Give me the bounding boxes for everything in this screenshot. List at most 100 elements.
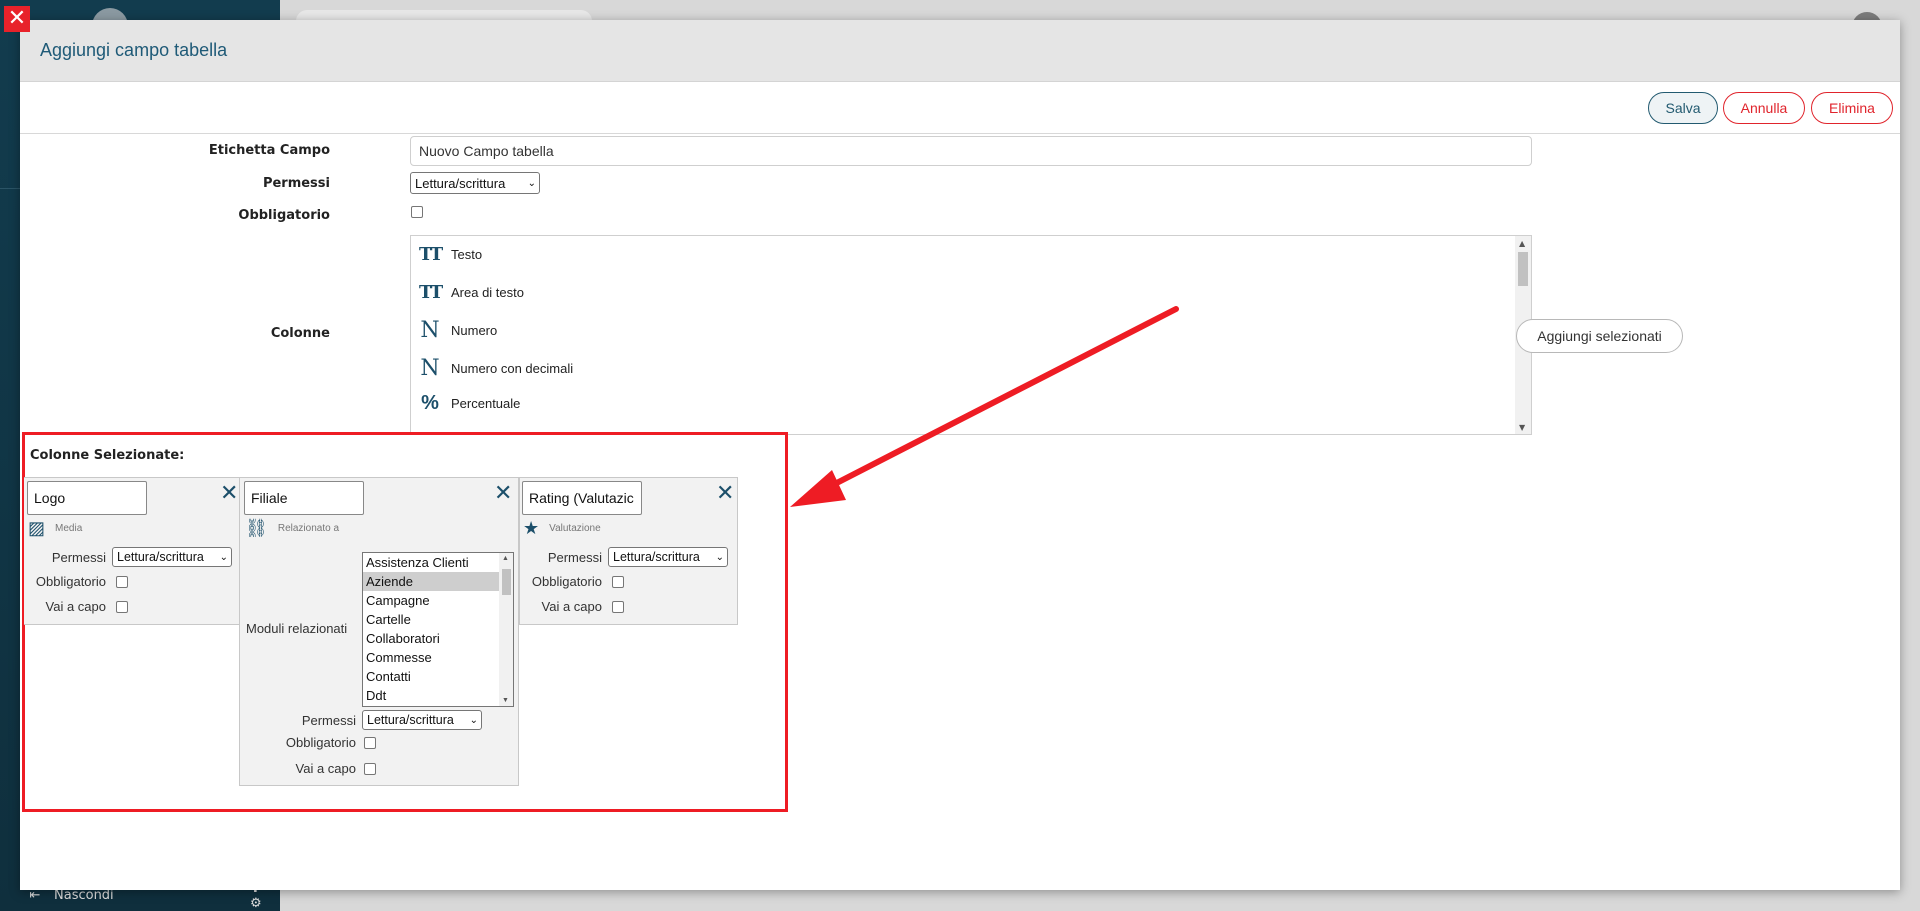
- list-item[interactable]: Ddt: [363, 686, 513, 705]
- scroll-up-icon[interactable]: ▲: [502, 555, 509, 562]
- remove-column-icon[interactable]: ✕: [494, 482, 512, 504]
- chevron-down-icon: ⌄: [527, 177, 536, 189]
- selected-column-card: Logo ✕ ▨ Media Permessi Lettura/scrittur…: [24, 477, 242, 625]
- column-newline-label: Vai a capo: [45, 599, 106, 614]
- column-required-row: Obbligatorio: [240, 735, 376, 750]
- column-required-checkbox[interactable]: [364, 736, 376, 749]
- collapse-arrow-icon: ⇤: [29, 888, 41, 903]
- column-required-checkbox[interactable]: [116, 575, 128, 588]
- list-item[interactable]: Commesse: [363, 648, 513, 667]
- number-icon: N: [420, 356, 440, 381]
- close-icon[interactable]: ✕: [4, 6, 30, 32]
- column-required-row: Obbligatorio: [520, 574, 624, 589]
- sidebar-hide-toggle[interactable]: ⇤ Nascondi ✚ ⚙: [28, 881, 262, 911]
- column-type-item[interactable]: TT Area di testo: [419, 282, 524, 303]
- column-newline-label: Vai a capo: [541, 599, 602, 614]
- column-type-label: Percentuale: [451, 396, 521, 411]
- column-permissions-select[interactable]: Lettura/scrittura ⌄: [112, 547, 232, 567]
- column-type-item[interactable]: N Numero: [419, 318, 497, 343]
- selected-columns-title: Colonne Selezionate:: [30, 448, 185, 463]
- column-permissions-label: Permessi: [301, 712, 356, 728]
- column-newline-checkbox[interactable]: [364, 762, 376, 775]
- column-permissions-label: Permessi: [547, 549, 602, 565]
- chevron-down-icon: ⌄: [715, 551, 724, 563]
- link-icon: ⛓: [245, 518, 268, 538]
- delete-button[interactable]: Elimina: [1811, 92, 1893, 124]
- column-required-label: Obbligatorio: [531, 574, 602, 589]
- list-item[interactable]: Campagne: [363, 591, 513, 610]
- column-required-label: Obbligatorio: [35, 574, 106, 589]
- remove-column-icon[interactable]: ✕: [220, 482, 238, 504]
- text-type-icon: TT: [419, 244, 443, 265]
- text-type-icon: TT: [419, 282, 443, 303]
- image-icon: ▨: [28, 518, 46, 538]
- column-permissions-select[interactable]: Lettura/scrittura ⌄: [362, 710, 482, 730]
- remove-column-icon[interactable]: ✕: [716, 482, 734, 504]
- column-type-indicator: ★ Valutazione: [523, 518, 601, 539]
- related-modules-row: Moduli relazionati: [246, 621, 347, 636]
- permissions-select-value: Lettura/scrittura: [415, 175, 506, 191]
- related-modules-label: Moduli relazionati: [246, 621, 348, 636]
- column-permissions-row: Permessi Lettura/scrittura ⌄: [240, 710, 482, 730]
- star-icon: ★: [523, 518, 540, 538]
- scroll-thumb[interactable]: [1518, 252, 1528, 286]
- related-modules-listbox[interactable]: Assistenza Clienti Aziende Campagne Cart…: [362, 552, 514, 707]
- column-type-text: Media: [55, 523, 83, 534]
- add-table-field-modal: Aggiungi campo tabella Salva Annulla Eli…: [20, 20, 1900, 890]
- column-required-label: Obbligatorio: [285, 735, 356, 750]
- scroll-thumb[interactable]: [502, 569, 511, 595]
- columns-label: Colonne: [270, 326, 330, 341]
- column-name-input[interactable]: Filiale: [244, 481, 364, 515]
- list-item[interactable]: Aziende: [363, 572, 513, 591]
- column-type-label: Testo: [451, 247, 483, 262]
- column-newline-checkbox[interactable]: [612, 600, 624, 613]
- column-newline-row: Vai a capo: [24, 599, 128, 614]
- modal-header: Aggiungi campo tabella: [20, 20, 1900, 82]
- column-type-label: Area di testo: [451, 285, 524, 300]
- selected-column-card: Filiale ✕ ⛓ Relazionato a Moduli relazio…: [239, 477, 519, 786]
- column-name-input[interactable]: Logo: [27, 481, 147, 515]
- column-type-label: Numero: [451, 323, 498, 338]
- column-type-item[interactable]: TT Testo: [419, 244, 482, 265]
- required-checkbox[interactable]: [411, 206, 423, 218]
- column-permissions-label: Permessi: [51, 549, 106, 565]
- column-type-label: Numero con decimali: [451, 361, 574, 376]
- field-label-label: Etichetta Campo: [208, 143, 330, 158]
- scroll-down-icon[interactable]: ▼: [502, 697, 509, 704]
- permissions-select[interactable]: Lettura/scrittura ⌄: [410, 172, 540, 194]
- cancel-button[interactable]: Annulla: [1723, 92, 1805, 124]
- scroll-down-icon[interactable]: ▼: [1519, 423, 1525, 432]
- column-permissions-select[interactable]: Lettura/scrittura ⌄: [608, 547, 728, 567]
- column-permissions-row: Permessi Lettura/scrittura ⌄: [24, 547, 232, 567]
- column-type-indicator: ▨ Media: [28, 518, 82, 539]
- percent-icon: %: [421, 392, 439, 414]
- column-permissions-row: Permessi Lettura/scrittura ⌄: [520, 547, 728, 567]
- column-type-item[interactable]: % Percentuale: [419, 392, 520, 415]
- column-newline-row: Vai a capo: [520, 599, 624, 614]
- list-item[interactable]: Assistenza Clienti: [363, 553, 513, 572]
- list-item[interactable]: Contatti: [363, 667, 513, 686]
- list-item[interactable]: Collaboratori: [363, 629, 513, 648]
- column-types-list[interactable]: TT Testo TT Area di testo N Numero N Num…: [410, 235, 1532, 435]
- column-type-indicator: ⛓ Relazionato a: [245, 518, 339, 539]
- listbox-scrollbar[interactable]: ▲ ▼: [499, 553, 513, 706]
- column-type-text: Relazionato a: [277, 523, 340, 534]
- column-type-item[interactable]: N Numero con decimali: [419, 356, 573, 381]
- column-newline-row: Vai a capo: [240, 761, 376, 776]
- required-label: Obbligatorio: [238, 208, 330, 223]
- selected-column-card: Rating (Valutazic ✕ ★ Valutazione Permes…: [519, 477, 738, 625]
- column-newline-label: Vai a capo: [295, 761, 356, 776]
- chevron-down-icon: ⌄: [219, 551, 228, 563]
- list-item[interactable]: Cartelle: [363, 610, 513, 629]
- save-button[interactable]: Salva: [1648, 92, 1718, 124]
- number-icon: N: [420, 318, 440, 343]
- chevron-down-icon: ⌄: [469, 714, 478, 726]
- column-required-row: Obbligatorio: [24, 574, 128, 589]
- field-label-input[interactable]: Nuovo Campo tabella: [410, 136, 1532, 166]
- column-type-text: Valutazione: [549, 523, 601, 534]
- column-required-checkbox[interactable]: [612, 575, 624, 588]
- scroll-up-icon[interactable]: ▲: [1519, 239, 1525, 248]
- column-newline-checkbox[interactable]: [116, 600, 128, 613]
- column-name-input[interactable]: Rating (Valutazic: [522, 481, 642, 515]
- add-selected-button[interactable]: Aggiungi selezionati: [1516, 319, 1683, 353]
